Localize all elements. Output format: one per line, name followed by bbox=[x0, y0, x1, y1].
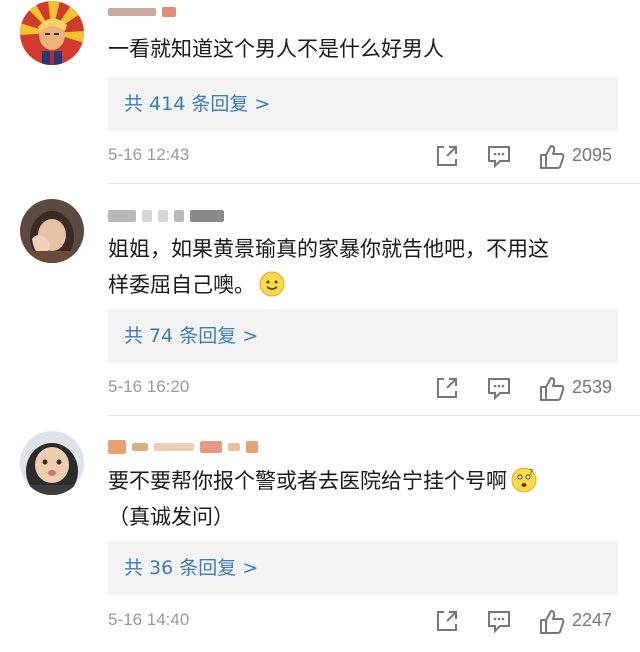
username-redacted[interactable] bbox=[108, 439, 258, 455]
comment-icon[interactable] bbox=[486, 375, 512, 401]
comment-meta: 5-16 16:20 2539 bbox=[108, 373, 620, 405]
comment-icon[interactable] bbox=[486, 608, 512, 634]
timestamp: 5-16 12:43 bbox=[108, 145, 190, 164]
avatar-image bbox=[20, 431, 84, 495]
divider bbox=[108, 183, 640, 184]
comment-text: 姐姐，如果黄景瑜真的家暴你就告他吧，不用这 样委屈自己噢。 bbox=[108, 237, 549, 297]
avatar-image bbox=[20, 1, 84, 65]
comment-text: 一看就知道这个男人不是什么好男人 bbox=[108, 37, 444, 61]
comment-meta: 5-16 12:43 2095 bbox=[108, 141, 620, 173]
thumbs-up-icon[interactable] bbox=[538, 375, 566, 403]
timestamp: 5-16 16:20 bbox=[108, 377, 190, 396]
avatar[interactable] bbox=[20, 199, 84, 263]
thumbs-up-icon[interactable] bbox=[538, 608, 566, 636]
share-icon[interactable] bbox=[434, 143, 460, 169]
like-count: 2247 bbox=[572, 610, 613, 630]
comment-text: 要不要帮你报个警或者去医院给宁挂个号啊? （真诚发问） bbox=[108, 463, 608, 535]
like-count: 2095 bbox=[572, 145, 613, 165]
share-icon[interactable] bbox=[434, 608, 460, 634]
comment-meta: 5-16 14:40 2247 bbox=[108, 606, 620, 638]
like-count: 2539 bbox=[572, 377, 613, 397]
svg-text:?: ? bbox=[529, 468, 533, 477]
smile-emoji bbox=[259, 271, 285, 297]
view-replies-button[interactable]: 共 36 条回复 > bbox=[108, 541, 618, 595]
timestamp: 5-16 14:40 bbox=[108, 610, 190, 629]
username-redacted[interactable] bbox=[108, 4, 176, 20]
confused-emoji: ? bbox=[511, 467, 537, 493]
avatar-image bbox=[20, 199, 84, 263]
username-redacted[interactable] bbox=[108, 208, 224, 224]
comment-icon[interactable] bbox=[486, 143, 512, 169]
divider bbox=[108, 415, 640, 416]
thumbs-up-icon[interactable] bbox=[538, 143, 566, 171]
view-replies-button[interactable]: 共 74 条回复 > bbox=[108, 309, 618, 363]
share-icon[interactable] bbox=[434, 375, 460, 401]
avatar[interactable] bbox=[20, 431, 84, 495]
avatar[interactable] bbox=[20, 1, 84, 65]
view-replies-button[interactable]: 共 414 条回复 > bbox=[108, 77, 618, 131]
